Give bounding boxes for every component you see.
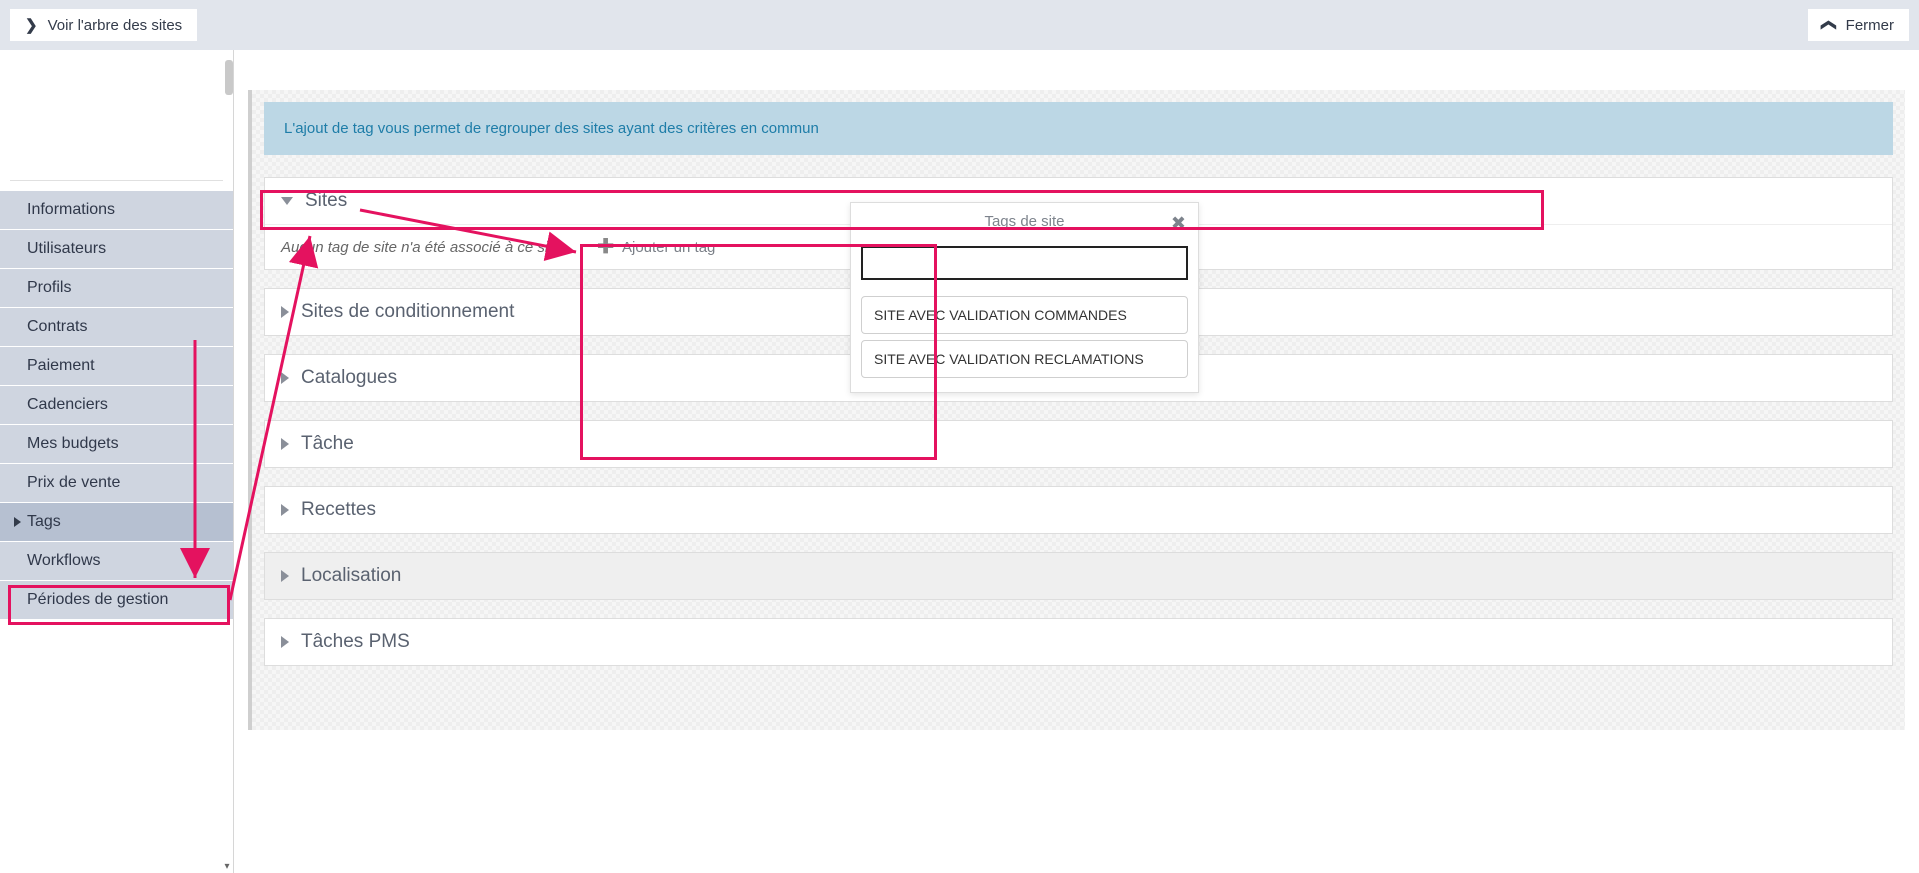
- sidebar-item-utilisateurs[interactable]: Utilisateurs: [0, 229, 233, 268]
- tag-search-input[interactable]: [861, 246, 1188, 280]
- add-tag-label: Ajouter un tag: [622, 239, 715, 256]
- sidebar-item-label: Workflows: [27, 552, 101, 570]
- sidebar: Informations Utilisateurs Profils Contra…: [0, 50, 234, 873]
- sidebar-item-profils[interactable]: Profils: [0, 268, 233, 307]
- sidebar-scrollbar[interactable]: ▾: [223, 50, 233, 873]
- section-title: Tâches PMS: [301, 631, 410, 653]
- tag-option-label: SITE AVEC VALIDATION COMMANDES: [874, 307, 1127, 323]
- sidebar-item-paiement[interactable]: Paiement: [0, 346, 233, 385]
- section-recettes: Recettes: [264, 486, 1893, 534]
- no-tag-text: Aucun tag de site n'a été associé à ce s…: [281, 239, 573, 256]
- caret-right-icon: [281, 438, 289, 450]
- sidebar-item-label: Utilisateurs: [27, 240, 106, 258]
- section-title: Localisation: [301, 565, 401, 587]
- sidebar-item-contrats[interactable]: Contrats: [0, 307, 233, 346]
- see-site-tree-label: Voir l'arbre des sites: [48, 17, 183, 34]
- plus-icon: ✚: [597, 237, 614, 257]
- sidebar-item-informations[interactable]: Informations: [0, 190, 233, 229]
- caret-down-icon: [281, 197, 293, 205]
- sidebar-item-workflows[interactable]: Workflows: [0, 541, 233, 580]
- sidebar-item-label: Mes budgets: [27, 435, 119, 453]
- sidebar-item-label: Cadenciers: [27, 396, 108, 414]
- tag-option[interactable]: SITE AVEC VALIDATION COMMANDES: [861, 296, 1188, 334]
- section-taches-pms: Tâches PMS: [264, 618, 1893, 666]
- sidebar-item-label: Contrats: [27, 318, 87, 336]
- tag-popup-header: Tags de site ✖: [851, 203, 1198, 240]
- close-button[interactable]: ❮ Fermer: [1808, 9, 1909, 41]
- add-tag-button[interactable]: ✚ Ajouter un tag: [597, 237, 715, 257]
- section-title: Sites de conditionnement: [301, 301, 514, 323]
- section-header-tache[interactable]: Tâche: [265, 421, 1892, 467]
- caret-right-icon: [281, 306, 289, 318]
- topbar: ❯ Voir l'arbre des sites ❮ Fermer: [0, 0, 1919, 50]
- see-site-tree-button[interactable]: ❯ Voir l'arbre des sites: [10, 9, 197, 41]
- section-header-taches-pms[interactable]: Tâches PMS: [265, 619, 1892, 665]
- caret-right-icon: [281, 372, 289, 384]
- section-title: Tâche: [301, 433, 354, 455]
- caret-right-icon: [281, 636, 289, 648]
- chevron-up-icon: ❮: [1820, 19, 1838, 32]
- sidebar-item-label: Tags: [27, 513, 61, 531]
- section-header-localisation[interactable]: Localisation: [265, 553, 1892, 599]
- section-title: Recettes: [301, 499, 376, 521]
- sidebar-item-label: Prix de vente: [27, 474, 120, 492]
- main-inner: L'ajout de tag vous permet de regrouper …: [248, 90, 1905, 730]
- sidebar-item-label: Paiement: [27, 357, 95, 375]
- sidebar-item-periodes-de-gestion[interactable]: Périodes de gestion: [0, 580, 233, 619]
- caret-right-icon: [281, 570, 289, 582]
- chevron-right-icon: ❯: [25, 16, 38, 34]
- close-label: Fermer: [1846, 17, 1894, 34]
- scroll-thumb[interactable]: [225, 60, 233, 95]
- caret-right-icon: [281, 504, 289, 516]
- tag-popup: Tags de site ✖ SITE AVEC VALIDATION COMM…: [850, 202, 1199, 393]
- info-banner: L'ajout de tag vous permet de regrouper …: [264, 102, 1893, 155]
- tag-popup-title: Tags de site: [984, 213, 1064, 230]
- caret-right-icon: [14, 517, 21, 527]
- sidebar-item-cadenciers[interactable]: Cadenciers: [0, 385, 233, 424]
- sidebar-divider: [10, 180, 223, 181]
- section-title: Sites: [305, 190, 347, 212]
- section-tache: Tâche: [264, 420, 1893, 468]
- section-localisation: Localisation: [264, 552, 1893, 600]
- close-icon[interactable]: ✖: [1171, 213, 1186, 234]
- sidebar-item-tags[interactable]: Tags: [0, 502, 233, 541]
- sidebar-item-label: Périodes de gestion: [27, 591, 168, 609]
- section-header-recettes[interactable]: Recettes: [265, 487, 1892, 533]
- sidebar-item-label: Profils: [27, 279, 71, 297]
- section-title: Catalogues: [301, 367, 397, 389]
- sidebar-item-prix-de-vente[interactable]: Prix de vente: [0, 463, 233, 502]
- sidebar-item-label: Informations: [27, 201, 115, 219]
- sidebar-item-mes-budgets[interactable]: Mes budgets: [0, 424, 233, 463]
- tag-option[interactable]: SITE AVEC VALIDATION RECLAMATIONS: [861, 340, 1188, 378]
- info-banner-text: L'ajout de tag vous permet de regrouper …: [284, 120, 819, 137]
- main-area: L'ajout de tag vous permet de regrouper …: [234, 50, 1919, 873]
- tag-option-label: SITE AVEC VALIDATION RECLAMATIONS: [874, 351, 1144, 367]
- scroll-down-icon[interactable]: ▾: [221, 861, 233, 873]
